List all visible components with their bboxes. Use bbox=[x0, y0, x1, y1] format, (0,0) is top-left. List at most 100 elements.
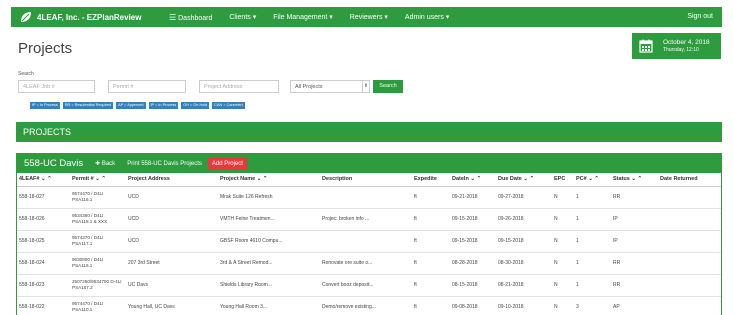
cell-epc: N bbox=[552, 186, 574, 209]
cell-pc-number: 1 bbox=[574, 186, 611, 209]
legend-badge: IP = In Process bbox=[30, 102, 60, 109]
cell-status: RR bbox=[611, 186, 658, 209]
table-row[interactable]: 558-18-024 9630800 / D4LI PSA116.1 207 3… bbox=[17, 252, 721, 275]
nav-clients[interactable]: Clients ▾ bbox=[229, 13, 256, 21]
chevron-down-icon: ⬍ bbox=[362, 81, 369, 92]
search-button[interactable]: Search bbox=[373, 80, 403, 93]
calendar-icon bbox=[639, 39, 653, 53]
cell-address: UCD bbox=[126, 230, 218, 253]
cell-project-name: 3rd & A Street Remod... bbox=[218, 252, 320, 275]
table-header-row: 4LEAF# ⌄ ⌃ Permit # ⌄ ⌃ Project Address … bbox=[17, 173, 721, 187]
app-window: 4LEAF, Inc. - EZPlanReview ☰ Dashboard C… bbox=[0, 0, 733, 315]
cell-description: Projec: broken info ... bbox=[320, 208, 412, 231]
back-label: Back bbox=[101, 161, 116, 167]
cell-date-in: 09-15-2018 bbox=[450, 230, 496, 253]
cell-expedite: ft bbox=[412, 252, 450, 275]
cell-due-date: 09-27-2018 bbox=[496, 186, 552, 209]
date-text: October 4, 2018 Thursday, 12:10 bbox=[663, 39, 710, 54]
back-link[interactable]: ✚ Back bbox=[95, 160, 115, 167]
cell-project-name: Young Hall Room 3... bbox=[218, 296, 320, 315]
cell-date-in: 09-21-2018 bbox=[450, 186, 496, 209]
table-row[interactable]: 558-18-027 9574470 / D4LI PSA116.1 UCD M… bbox=[17, 186, 721, 209]
col-expedite: Expedite bbox=[412, 173, 450, 187]
col-permit[interactable]: Permit # ⌄ ⌃ bbox=[70, 173, 126, 187]
cell-date-returned bbox=[658, 186, 721, 209]
cell-status: IP bbox=[611, 208, 658, 231]
sign-out-link[interactable]: Sign out bbox=[687, 13, 713, 20]
nav-reviewers[interactable]: Reviewers ▾ bbox=[350, 13, 388, 21]
job-number-input[interactable]: 4LEAF Job # bbox=[18, 80, 95, 93]
cell-date-returned bbox=[658, 296, 721, 315]
col-due-date[interactable]: Due Date ⌄ ⌃ bbox=[496, 173, 552, 187]
cell-description bbox=[320, 230, 412, 253]
date-line: October 4, 2018 bbox=[663, 38, 710, 46]
table-row[interactable]: 558-18-023 2507250/9534700 D-4LI PSA107.… bbox=[17, 274, 721, 297]
cell-description: Demo/remove existing... bbox=[320, 296, 412, 315]
top-navbar: 4LEAF, Inc. - EZPlanReview ☰ Dashboard C… bbox=[11, 7, 722, 27]
cell-leaf-number: 558-18-023 bbox=[17, 274, 70, 297]
cell-address: UC Davs bbox=[126, 274, 218, 297]
cell-project-name: VMTH Feine Treatmen... bbox=[218, 208, 320, 231]
leaf-logo-icon bbox=[21, 12, 31, 22]
cell-epc: N bbox=[552, 296, 574, 315]
cell-date-in: 09-15-2018 bbox=[450, 208, 496, 231]
nav-dashboard-label: Dashboard bbox=[178, 14, 213, 22]
col-project-name[interactable]: Project Name ⌄ ⌃ bbox=[218, 173, 320, 187]
search-label: Search bbox=[18, 71, 34, 77]
table-row[interactable]: 558-18-026 9534360 / D4LI PSA118.1 & XXX… bbox=[17, 208, 721, 231]
main-nav: ☰ Dashboard Clients ▾ File Management ▾ … bbox=[169, 13, 449, 22]
brand[interactable]: 4LEAF, Inc. - EZPlanReview bbox=[11, 11, 161, 23]
legend-badge: AP = Approved bbox=[116, 102, 146, 109]
date-widget: October 4, 2018 Thursday, 12:10 bbox=[632, 33, 721, 59]
cell-due-date: 09-15-2018 bbox=[496, 230, 552, 253]
cell-date-in: 08-28-2018 bbox=[450, 252, 496, 275]
cell-expedite: ft bbox=[412, 186, 450, 209]
cell-due-date: 08-30-2018 bbox=[496, 252, 552, 275]
status-legend: IP = In Process RR = Resubmittal Require… bbox=[30, 102, 245, 109]
col-pc-number[interactable]: PC# ⌄ ⌃ bbox=[574, 173, 611, 187]
col-epc: EPC bbox=[552, 173, 574, 187]
nav-dashboard[interactable]: ☰ Dashboard bbox=[169, 13, 212, 22]
add-project-button[interactable]: Add Project bbox=[207, 157, 247, 170]
cell-leaf-number: 558-18-025 bbox=[17, 230, 70, 253]
col-leaf-number[interactable]: 4LEAF# ⌄ ⌃ bbox=[17, 173, 70, 187]
cell-pc-number: 1 bbox=[574, 274, 611, 297]
cell-status: RR bbox=[611, 274, 658, 297]
projects-header: PROJECTS bbox=[16, 122, 722, 142]
cell-permit: 9574370 / D4LI PSA117.1 bbox=[70, 230, 126, 253]
cell-project-name: Shields Library Room... bbox=[218, 274, 320, 297]
filter-value: All Projects bbox=[295, 83, 323, 90]
cell-address: 207 3rd Street bbox=[126, 252, 218, 275]
project-filter-select[interactable]: All Projects ⬍ bbox=[290, 80, 370, 93]
cell-leaf-number: 558-18-024 bbox=[17, 252, 70, 275]
col-date-in[interactable]: DateIn ⌄ ⌃ bbox=[450, 173, 496, 187]
cell-description: Convert booz deposit... bbox=[320, 274, 412, 297]
col-status[interactable]: Status ⌄ ⌃ bbox=[611, 173, 658, 187]
cell-date-returned bbox=[658, 252, 721, 275]
col-date-returned: Date Returned bbox=[658, 173, 721, 187]
panel-header: 558-UC Davis ✚ Back Print 558-UC Davis P… bbox=[17, 154, 721, 173]
cell-date-returned bbox=[658, 274, 721, 297]
permit-input[interactable]: Permit # bbox=[108, 80, 186, 93]
arrow-left-icon: ✚ bbox=[95, 161, 102, 167]
print-projects-link[interactable]: Print 558-UC Davis Projects bbox=[127, 161, 202, 167]
cell-expedite: ft bbox=[412, 230, 450, 253]
cell-description bbox=[320, 186, 412, 209]
cell-status: IP bbox=[611, 230, 658, 253]
cell-description: Renovate ore suite o... bbox=[320, 252, 412, 275]
day-time-line: Thursday, 12:10 bbox=[663, 46, 699, 53]
nav-file-management[interactable]: File Management ▾ bbox=[273, 13, 333, 21]
table-row[interactable]: 558-18-025 9574370 / D4LI PSA117.1 UCD G… bbox=[17, 230, 721, 253]
cell-address: Young Hall, UC Davs bbox=[126, 296, 218, 315]
cell-pc-number: 1 bbox=[574, 230, 611, 253]
brand-name: 4LEAF, Inc. - EZPlanReview bbox=[37, 12, 142, 22]
cell-expedite: ft bbox=[412, 296, 450, 315]
cell-permit: 2507250/9534700 D-4LI PSA107.2 bbox=[70, 274, 126, 297]
cell-epc: N bbox=[552, 274, 574, 297]
cell-pc-number: 3 bbox=[574, 296, 611, 315]
cell-leaf-number: 558-18-026 bbox=[17, 208, 70, 231]
table-row[interactable]: 558-18-022 9574470 / D4LI PSA110.1 Young… bbox=[17, 296, 721, 315]
address-input[interactable]: Project Address bbox=[199, 80, 279, 93]
cell-epc: N bbox=[552, 252, 574, 275]
nav-admin-users[interactable]: Admin users ▾ bbox=[405, 13, 449, 21]
